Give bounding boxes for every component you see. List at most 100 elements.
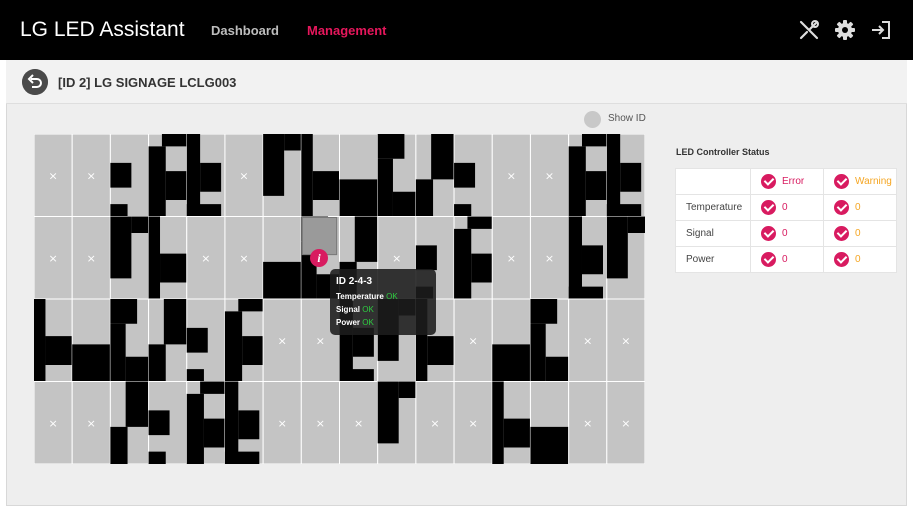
led-pixel-block [224,451,260,464]
empty-cabinet-mark: × [507,252,516,265]
empty-cabinet-mark: × [545,252,554,265]
check-icon [834,174,849,189]
led-pixel-block [312,171,340,200]
led-pixel-block [110,323,126,382]
empty-cabinet-mark: × [469,334,478,347]
led-pixel-block [415,179,434,217]
empty-cabinet-mark: × [278,334,287,347]
led-pixel-block [125,356,149,382]
empty-cabinet-mark: × [48,417,57,430]
led-pixel-block [148,451,166,464]
app-title: LG LED Assistant [20,18,185,41]
led-pixel-block [160,253,187,283]
page-header: [ID 2] LG SIGNAGE LCLG003 [6,60,907,104]
led-pixel-block [620,162,642,192]
check-icon [834,200,849,215]
led-pixel-block [339,179,378,217]
tooltip-row: Power OK [336,318,374,327]
led-pixel-block [581,245,603,275]
led-pixel-block [238,410,260,440]
led-pixel-block [301,134,313,217]
check-icon [761,252,776,267]
led-pixel-block [503,418,531,448]
led-pixel-block [454,162,476,188]
led-pixel-block [110,162,132,188]
led-pixel-block [165,171,187,200]
led-pixel-block [431,134,455,180]
check-icon [761,200,776,215]
led-pixel-block [238,299,264,312]
led-pixel-block [148,146,166,217]
nav-dashboard[interactable]: Dashboard [211,23,279,38]
empty-cabinet-mark: × [48,169,57,182]
back-button[interactable] [22,69,48,95]
empty-cabinet-mark: × [87,417,96,430]
led-pixel-block [186,369,204,382]
empty-cabinet-mark: × [87,169,96,182]
error-header: Error [750,168,824,195]
led-pixel-block [110,204,128,217]
led-pixel-block [392,191,416,217]
led-pixel-block [34,299,46,382]
led-pixel-block [110,426,128,464]
led-pixel-block [454,228,472,299]
led-pixel-block [110,216,132,279]
empty-cabinet-mark: × [354,417,363,430]
empty-cabinet-mark: × [87,252,96,265]
led-pixel-block [45,336,73,365]
status-header-row: Error Warning [675,168,897,195]
empty-cabinet-mark: × [48,252,57,265]
led-pixel-block [471,253,493,283]
led-pixel-block [224,311,243,382]
check-icon [761,226,776,241]
status-row: Power 0 0 [675,246,897,273]
led-pixel-block [354,216,378,262]
empty-cabinet-mark: × [621,417,630,430]
check-icon [761,174,776,189]
led-pixel-block [398,381,416,398]
tooltip-row: Temperature OK [336,292,398,301]
empty-cabinet-mark: × [621,334,630,347]
logout-icon[interactable] [870,19,892,41]
info-icon[interactable]: i [310,249,328,267]
show-id-label: Show ID [608,113,646,124]
empty-cabinet-mark: × [239,169,248,182]
led-pixel-block [568,286,603,299]
empty-cabinet-mark: × [583,417,592,430]
empty-cabinet-mark: × [583,334,592,347]
led-pixel-block [377,381,399,444]
warning-header: Warning [823,168,897,195]
led-pixel-block [530,299,558,324]
led-pixel-block [148,344,166,382]
tools-icon[interactable] [798,19,820,41]
led-pixel-block [72,344,111,382]
led-pixel-block [284,134,302,151]
empty-cabinet-mark: × [316,334,325,347]
top-bar: LG LED Assistant Dashboard Management [0,0,913,60]
led-pixel-block [568,146,586,217]
tooltip-row: Signal OK [336,305,374,314]
led-pixel-block [148,410,170,436]
page-title: [ID 2] LG SIGNAGE LCLG003 [58,75,237,90]
empty-cabinet-mark: × [430,417,439,430]
empty-cabinet-mark: × [545,169,554,182]
status-table: Error Warning Temperature 0 0 Signal 0 0… [675,168,897,273]
led-pixel-block [377,134,405,159]
empty-cabinet-mark: × [316,417,325,430]
led-pixel-block [186,204,222,217]
check-icon [834,226,849,241]
led-pixel-block [581,134,607,147]
cabinet-tooltip: ID 2-4-3 Temperature OK Signal OK Power … [330,269,436,335]
led-pixel-block [110,299,138,324]
led-pixel-block [263,261,302,299]
led-pixel-block [377,158,393,217]
led-pixel-block [200,381,225,394]
led-pixel-block [163,299,187,345]
nav-management[interactable]: Management [307,23,386,38]
gear-icon[interactable] [834,19,856,41]
led-pixel-block [530,323,546,382]
empty-cabinet-mark: × [278,417,287,430]
show-id-toggle[interactable] [584,111,601,128]
led-pixel-block [454,204,472,217]
led-pixel-block [467,216,493,229]
